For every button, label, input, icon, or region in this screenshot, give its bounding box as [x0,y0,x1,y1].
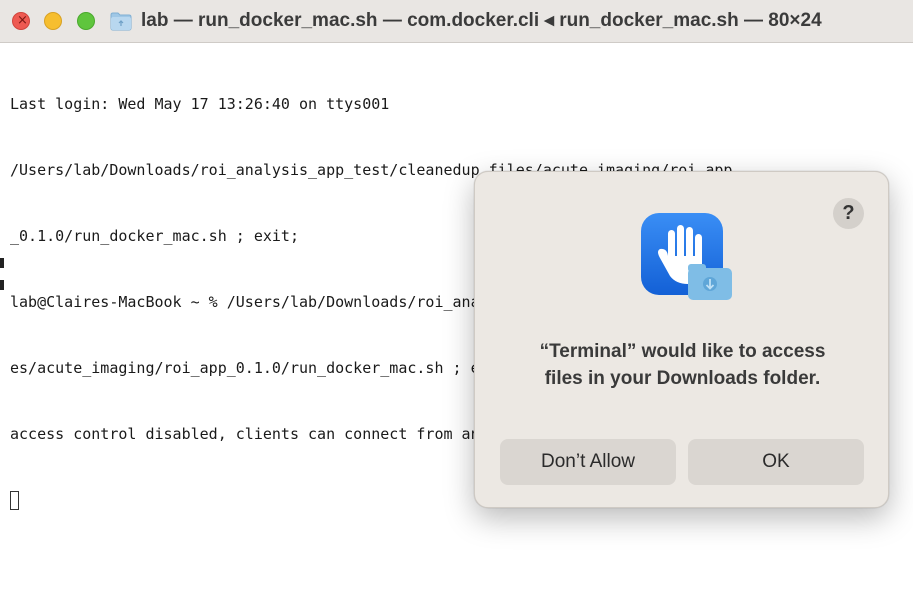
dont-allow-button[interactable]: Don’t Allow [500,439,676,485]
message-line: “Terminal” would like to access [539,341,826,362]
window-title: lab — run_docker_mac.sh — com.docker.cli… [141,10,822,31]
text-cursor [10,491,19,510]
close-window-button[interactable]: × [12,12,30,30]
terminal-line: Last login: Wed May 17 13:26:40 on ttys0… [10,95,390,113]
folder-icon [110,12,132,31]
privacy-hand-icon [641,213,732,300]
message-line: files in your Downloads folder. [544,368,821,389]
permission-dialog: ? “Terminal” would like to access files … [474,171,889,508]
dialog-message: “Terminal” would like to access files in… [495,338,870,392]
edge-glyph [0,280,4,290]
terminal-window: × lab — run_docker_mac.sh — com.docker.c… [0,0,913,594]
zoom-window-button[interactable] [77,12,95,30]
minimize-window-button[interactable] [44,12,62,30]
close-icon: × [17,13,28,28]
ok-button[interactable]: OK [688,439,864,485]
help-button[interactable]: ? [833,198,864,229]
edge-glyph [0,258,4,268]
title-bar[interactable]: × lab — run_docker_mac.sh — com.docker.c… [0,0,913,43]
